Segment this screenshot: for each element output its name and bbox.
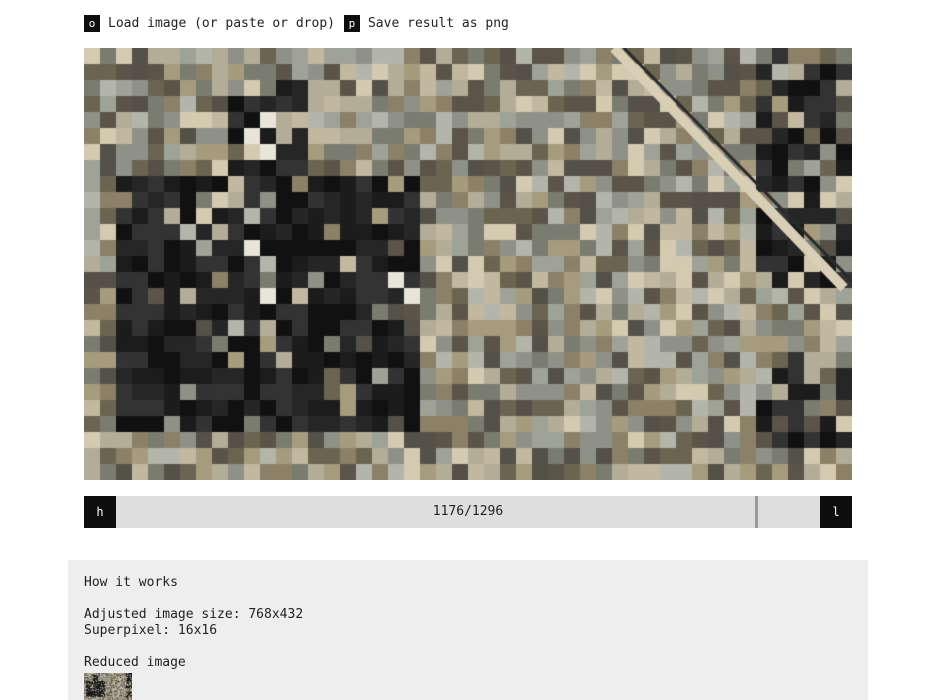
next-step-button[interactable]: l: [820, 496, 852, 528]
info-panel: How it works Adjusted image size: 768x43…: [68, 560, 868, 700]
mosaic-image-canvas[interactable]: [84, 48, 852, 480]
progress-slider[interactable]: h 1176/1296 l: [84, 496, 852, 528]
toolbar: o Load image (or paste or drop) p Save r…: [84, 14, 518, 32]
save-key-badge[interactable]: p: [343, 14, 360, 32]
reduced-image-thumbnail: [84, 673, 132, 700]
load-key-badge[interactable]: o: [84, 14, 100, 32]
slider-handle[interactable]: [754, 496, 758, 528]
reduced-image-heading: Reduced image: [84, 655, 186, 670]
how-it-works-heading: How it works: [84, 575, 178, 590]
save-png-button[interactable]: Save result as png: [368, 16, 509, 31]
load-image-button[interactable]: Load image (or paste or drop): [108, 16, 335, 31]
adjusted-size-text: Adjusted image size: 768x432: [84, 607, 304, 622]
progress-count: 1176/1296: [432, 504, 504, 519]
previous-step-button[interactable]: h: [84, 496, 116, 528]
superpixel-text: Superpixel: 16x16: [84, 623, 218, 638]
